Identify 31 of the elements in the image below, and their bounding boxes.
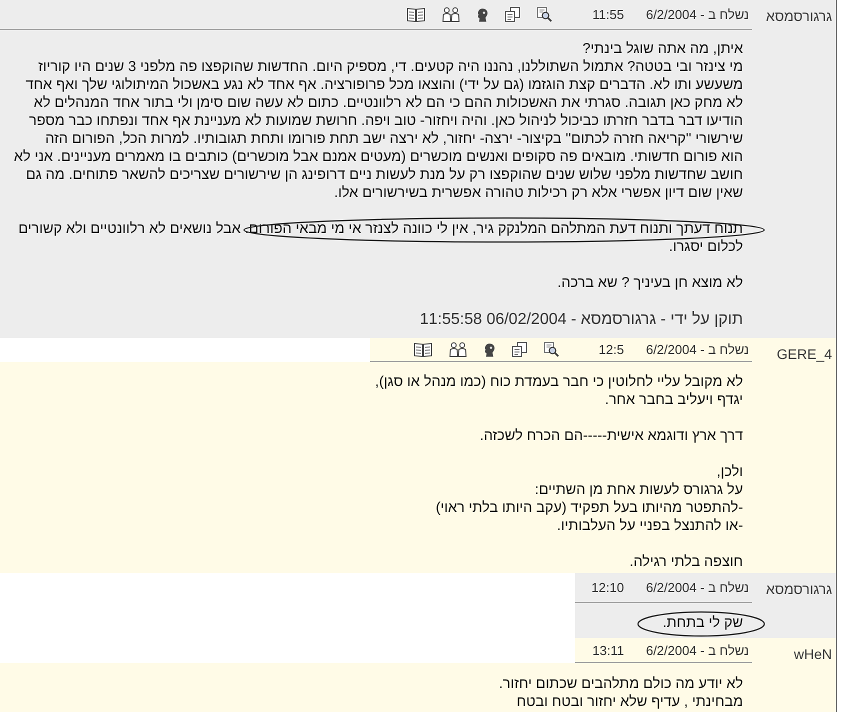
author-name: GERE_4 (752, 338, 836, 573)
sent-date: נשלח ב - 6/2/2004 (646, 342, 749, 357)
edit-note: תוקן על ידי - גרגורסמסא - 06/02/2004 11:55:58 (418, 310, 743, 330)
sent-date: נשלח ב - 6/2/2004 (646, 580, 749, 595)
people-icon[interactable] (442, 7, 460, 22)
author-name: גרגורסמסא (752, 0, 836, 338)
book-icon[interactable] (414, 342, 432, 357)
post-text: ולכן, על גרגורס לעשות אחת מן השתיים: -להתפטר מהיותו בעל תפקיד (עקב היותו בלתי ראוי) -או להתנצל בפניי על העלבותיו. (434, 463, 743, 535)
search-icon[interactable] (537, 7, 552, 22)
documents-icon[interactable] (512, 342, 527, 357)
search-icon[interactable] (544, 342, 559, 357)
post-text: לא מקובל עליי לחלוטין כי חבר בעמדת כוח (כמו מנהל או סגן), יגדף ויעליב בחבר אחר. (374, 373, 743, 409)
post-time: 11:55 (592, 7, 624, 22)
post-time: 12:10 (591, 580, 624, 595)
post-text: לא יודע מה כולם מתלהבים שכתום יחזור. מבחינתי , עדיף שלא יחזור ובטח ובטח (498, 675, 743, 711)
sent-date: נשלח ב - 6/2/2004 (646, 7, 749, 22)
post-time: 12:5 (598, 342, 624, 357)
person-icon[interactable] (484, 342, 495, 356)
post-text: איתן, מה אתה שוגל בינתי? מי צינזר ובי בטטה? אתמול השתוללנו, נהננו היה קטעים. די, מספיק היום. החדשות שהוקפצו פה מלפני 3 שנים היו קוריוז משעשע ותו לא. הדברים קצת הוגזמו (גם על ידי) והוצאו מכל פרופורציה. אף אחד לא נגע באשכול המיתולוגי שלך ואף אחד לא מחק כאן תגובה. סגרתי את האשכולות ההם כי הם לא רלוונטיים. כתום לא עשה שום סימן ולי בתור אחד המנהלים לא הודיעו דבר בדבר חזרתו כביכול לניהול כאן. והיה ויחזור- טוב ויפה. חרושת שמועות לא מעניינת אף אחד ונפתחו כבר מספר שירשורי ''קריאה חזרה לכתום'' בקיצור- ירצה- יחזור, לא ירצה ישב תחת פורומו ותחת תגובותיו. למרות הכל, הפורום הזה הוא פורום חדשותי. מובאים פה סקופים ואנשים מוכשרים (מעטים אמנם אבל מוכשרים) כותבים בו מאמרים מעניינים. אני לא חושב שחדשות מלפני שלוש שנים שהוקפצו רק על מנת לעשות ניים דרופינג הן שירשורים שצריכים להשאר פתוחים. מה גם שאין שום דיון אפשרי אלא רק רכילות טהורה אפשרית בשירשורים אלו. (12, 40, 743, 202)
people-icon[interactable] (448, 342, 467, 357)
post-text: לא מוצא חן בעיניך ? שא ברכה. (556, 274, 743, 292)
author-name: גרגורסמסא (752, 573, 836, 638)
documents-icon[interactable] (505, 7, 520, 22)
post-text: דרך ארץ ודוגמא אישית-----הם הכרח לשכזה. (478, 427, 743, 445)
person-icon[interactable] (477, 8, 488, 22)
sent-date: נשלח ב - 6/2/2004 (646, 642, 749, 658)
book-icon[interactable] (407, 7, 426, 22)
post-text: שק לי בתחת. (662, 614, 743, 632)
post-text: חוצפה בלתי רגילה. (628, 553, 743, 571)
post-time: 13:11 (592, 642, 624, 658)
author-name: wHeN (752, 638, 836, 712)
